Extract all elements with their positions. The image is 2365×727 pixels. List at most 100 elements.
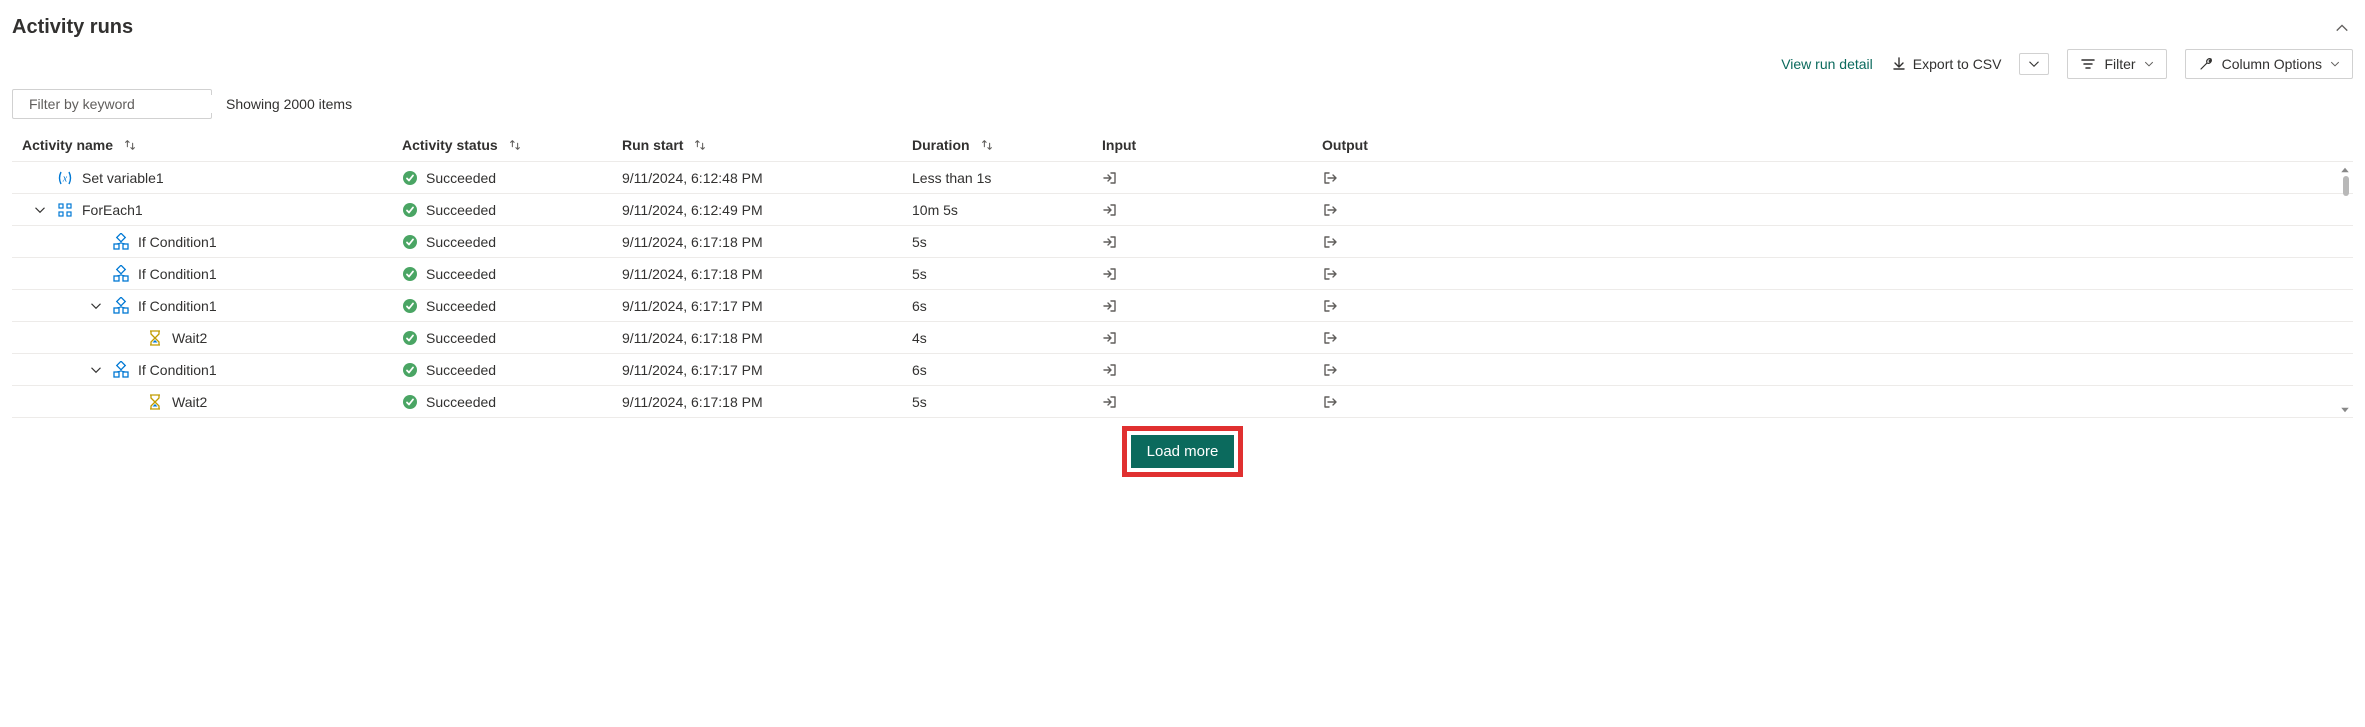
output-button[interactable] <box>1322 394 2313 410</box>
row-expander[interactable] <box>88 364 104 376</box>
chevron-down-icon <box>34 204 46 216</box>
wait-icon <box>146 329 164 347</box>
col-input-label: Input <box>1102 137 1136 153</box>
run-start-cell: 9/11/2024, 6:17:18 PM <box>622 234 912 250</box>
activity-name-text: If Condition1 <box>138 362 217 378</box>
chevron-down-icon <box>2144 59 2154 69</box>
table-row[interactable]: If Condition1Succeeded9/11/2024, 6:17:17… <box>12 354 2353 386</box>
output-icon <box>1322 202 1338 218</box>
col-duration[interactable]: Duration <box>912 137 1102 153</box>
table-row[interactable]: Wait2Succeeded9/11/2024, 6:17:18 PM4s <box>12 322 2353 354</box>
activity-name-text: Wait2 <box>172 330 207 346</box>
row-expander[interactable] <box>32 204 48 216</box>
collapse-panel-button[interactable] <box>2331 17 2353 39</box>
export-csv-button[interactable]: Export to CSV <box>1891 56 2002 72</box>
scroll-up-icon <box>2339 164 2351 176</box>
activity-name-text: If Condition1 <box>138 298 217 314</box>
output-icon <box>1322 266 1338 282</box>
table-row[interactable]: If Condition1Succeeded9/11/2024, 6:17:17… <box>12 290 2353 322</box>
column-options-button[interactable]: Column Options <box>2185 49 2353 79</box>
status-cell: Succeeded <box>402 330 622 346</box>
col-activity-name-label: Activity name <box>22 137 113 153</box>
if-condition-icon <box>112 361 130 379</box>
activity-name-cell: Wait2 <box>22 329 402 347</box>
activity-name-text: If Condition1 <box>138 266 217 282</box>
input-button[interactable] <box>1102 202 1322 218</box>
col-input[interactable]: Input <box>1102 137 1322 153</box>
input-button[interactable] <box>1102 362 1322 378</box>
output-button[interactable] <box>1322 362 2313 378</box>
if-icon-wrap <box>112 361 130 379</box>
input-icon <box>1102 170 1118 186</box>
wait-icon-wrap <box>146 393 164 411</box>
scroll-thumb[interactable] <box>2343 176 2349 196</box>
output-button[interactable] <box>1322 330 2313 346</box>
activity-name-cell: If Condition1 <box>22 233 402 251</box>
col-output[interactable]: Output <box>1322 137 2313 153</box>
status-text: Succeeded <box>426 394 496 410</box>
chevron-down-icon <box>2028 58 2040 70</box>
input-icon <box>1102 266 1118 282</box>
output-icon <box>1322 298 1338 314</box>
output-button[interactable] <box>1322 202 2313 218</box>
table-row[interactable]: If Condition1Succeeded9/11/2024, 6:17:18… <box>12 226 2353 258</box>
output-button[interactable] <box>1322 298 2313 314</box>
input-icon <box>1102 298 1118 314</box>
duration-cell: 10m 5s <box>912 202 1102 218</box>
input-button[interactable] <box>1102 266 1322 282</box>
input-button[interactable] <box>1102 234 1322 250</box>
output-icon <box>1322 234 1338 250</box>
filter-button[interactable]: Filter <box>2067 49 2166 79</box>
filter-keyword-input[interactable] <box>27 95 212 113</box>
view-run-detail-link[interactable]: View run detail <box>1781 56 1873 72</box>
input-button[interactable] <box>1102 394 1322 410</box>
output-icon <box>1322 170 1338 186</box>
table-row[interactable]: ForEach1Succeeded9/11/2024, 6:12:49 PM10… <box>12 194 2353 226</box>
activity-name-cell: If Condition1 <box>22 297 402 315</box>
filter-icon <box>2080 56 2096 72</box>
success-icon <box>402 202 418 218</box>
output-button[interactable] <box>1322 266 2313 282</box>
col-activity-status-label: Activity status <box>402 137 498 153</box>
page-title: Activity runs <box>12 16 2331 39</box>
activity-name-text: ForEach1 <box>82 202 143 218</box>
chevron-up-icon <box>2335 21 2349 35</box>
duration-cell: 5s <box>912 266 1102 282</box>
duration-cell: 6s <box>912 362 1102 378</box>
success-icon <box>402 394 418 410</box>
if-condition-icon <box>112 233 130 251</box>
col-duration-label: Duration <box>912 137 970 153</box>
chevron-down-icon <box>2330 59 2340 69</box>
table-row[interactable]: xSet variable1Succeeded9/11/2024, 6:12:4… <box>12 162 2353 194</box>
sort-icon <box>508 138 522 152</box>
status-text: Succeeded <box>426 266 496 282</box>
input-button[interactable] <box>1102 330 1322 346</box>
success-icon <box>402 266 418 282</box>
filter-keyword-box[interactable] <box>12 89 212 119</box>
activity-name-cell: Wait2 <box>22 393 402 411</box>
export-csv-label: Export to CSV <box>1913 56 2002 72</box>
sort-icon <box>123 138 137 152</box>
output-button[interactable] <box>1322 170 2313 186</box>
row-expander[interactable] <box>88 300 104 312</box>
col-activity-name[interactable]: Activity name <box>22 137 402 153</box>
col-activity-status[interactable]: Activity status <box>402 137 622 153</box>
scrollbar[interactable] <box>2339 162 2353 418</box>
activity-name-cell: If Condition1 <box>22 265 402 283</box>
input-button[interactable] <box>1102 170 1322 186</box>
export-dropdown-button[interactable] <box>2019 53 2049 75</box>
output-button[interactable] <box>1322 234 2313 250</box>
load-more-button[interactable]: Load more <box>1131 435 1235 468</box>
status-text: Succeeded <box>426 362 496 378</box>
table-row[interactable]: If Condition1Succeeded9/11/2024, 6:17:18… <box>12 258 2353 290</box>
input-icon <box>1102 330 1118 346</box>
activity-name-cell: xSet variable1 <box>22 169 402 187</box>
col-run-start[interactable]: Run start <box>622 137 912 153</box>
table-row[interactable]: Wait2Succeeded9/11/2024, 6:17:18 PM5s <box>12 386 2353 418</box>
filter-label: Filter <box>2104 56 2135 72</box>
wait-icon <box>146 393 164 411</box>
success-icon <box>402 298 418 314</box>
scroll-down-icon <box>2339 404 2351 416</box>
input-button[interactable] <box>1102 298 1322 314</box>
success-icon <box>402 234 418 250</box>
